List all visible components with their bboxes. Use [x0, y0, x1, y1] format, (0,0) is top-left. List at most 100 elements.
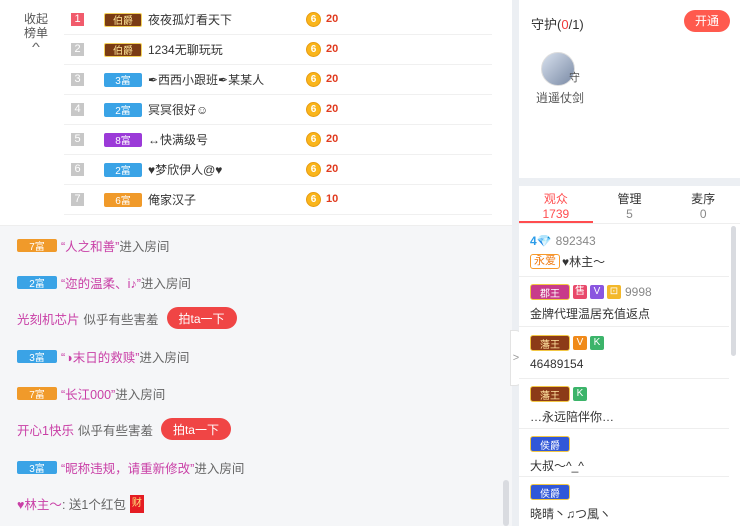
collapse-ranking-button[interactable]: 收起 榜单 ^	[14, 12, 58, 54]
ranking-row[interactable]: 1 伯爵 夜夜孤灯看天下 6 20	[64, 5, 492, 35]
user-name: …永远陪伴你…	[530, 410, 615, 424]
tab-audience[interactable]: 观众 1739	[519, 186, 593, 223]
chat-text: 进入房间	[140, 277, 191, 291]
chat-user-name[interactable]: “昵称违规，请重新修改”	[61, 458, 194, 477]
noble-badge: 伯爵	[104, 12, 142, 27]
coin-icon: 6	[306, 42, 321, 57]
user-id: 892343	[555, 234, 596, 248]
ranking-user-name[interactable]: 冥冥很好☺	[148, 101, 298, 118]
chat-text: 进入房间	[139, 351, 190, 365]
chat-message: 7富 “人之和善” 进入房间	[17, 236, 169, 255]
audience-item[interactable]: 侯爵 晓晴丶♫つ風ヽ	[519, 477, 729, 526]
ranking-score: 20	[326, 163, 339, 175]
chat-scrollbar[interactable]	[503, 480, 509, 526]
audience-item-line: 46489154	[530, 357, 583, 371]
user-name: ♥林主～	[562, 255, 606, 269]
ranking-row[interactable]: 7 6富 俺家汉子 6 10	[64, 185, 492, 215]
crown-badge: 郡王	[530, 284, 570, 300]
chat-user-name[interactable]: “迩的温柔、i♪”	[61, 273, 141, 292]
wealth-badge: 2富	[104, 162, 142, 177]
ranking-score: 20	[326, 73, 339, 85]
guard-member-name[interactable]: 逍遥仗剑	[536, 89, 584, 106]
audience-item[interactable]: 郡王 售 V ⊡ 9998 金牌代理温居充值返点	[519, 277, 729, 327]
ranking-user-name[interactable]: 1234无聊玩玩	[148, 41, 298, 58]
ranking-user-name[interactable]: 俺家汉子	[148, 191, 298, 208]
ranking-score: 20	[326, 103, 339, 115]
audience-item-line: 藩王 V K	[530, 335, 604, 351]
wealth-badge: 2富	[104, 102, 142, 117]
k-icon: K	[590, 336, 604, 350]
ranking-row[interactable]: 6 2富 ♥梦欣伊人@♥ 6 20	[64, 155, 492, 185]
tab-label: 观众	[543, 192, 568, 206]
audience-item[interactable]: 藩王 V K 46489154	[519, 327, 729, 379]
audience-item-line: 侯爵	[530, 484, 570, 500]
coin-icon: 6	[306, 192, 321, 207]
audience-panel: 观众 1739 管理 5 麦序 0 4 💎 892343 永爱 ♥林主～ 郡王 …	[519, 186, 740, 526]
chat-text: 进入房间	[115, 388, 166, 402]
chat-user-name[interactable]: “◑末日的救赎”	[61, 347, 139, 366]
guard-count-total: /1)	[568, 17, 584, 32]
ranking-user-name[interactable]: 夜夜孤灯看天下	[148, 11, 298, 28]
ranking-score: 20	[326, 133, 339, 145]
coin-icon: 6	[306, 12, 321, 27]
avatar[interactable]: 守	[541, 52, 580, 86]
chat-user-name[interactable]: “人之和善”	[61, 236, 119, 255]
pat-button[interactable]: 拍ta一下	[166, 307, 237, 329]
chat-text: 似乎有些害羞	[77, 423, 153, 438]
chat-message: 7富 “长江000” 进入房间	[17, 384, 165, 403]
audience-item[interactable]: 4 💎 892343 永爱 ♥林主～	[519, 224, 729, 277]
audience-item-line: 郡王 售 V ⊡ 9998	[530, 284, 652, 300]
wealth-badge: 3富	[17, 350, 57, 364]
tab-count: 0	[699, 207, 707, 221]
ranking-row[interactable]: 5 8富 ↔快满级号 6 20	[64, 125, 492, 155]
chat-user-name[interactable]: ♥林主～	[17, 494, 62, 513]
chat-message: 光刻机芯片 似乎有些害羞 拍ta一下	[17, 307, 237, 329]
ranking-panel: 收起 榜单 ^ 1 伯爵 夜夜孤灯看天下 6 20 2 伯爵 1234无聊玩玩 …	[0, 0, 512, 226]
user-name: 46489154	[530, 357, 584, 371]
tab-mic-queue[interactable]: 麦序 0	[666, 186, 740, 223]
ranking-user-name[interactable]: ↔快满级号	[148, 131, 298, 148]
chat-user-name[interactable]: 光刻机芯片	[17, 309, 80, 328]
chat-area: 7富 “人之和善” 进入房间 2富 “迩的温柔、i♪” 进入房间 光刻机芯片 似…	[0, 226, 512, 526]
rank-number: 5	[71, 133, 84, 146]
tab-count: 1739	[542, 207, 570, 221]
ranking-user-name[interactable]: ✒西西小跟班✒某某人	[148, 71, 298, 88]
ranking-row[interactable]: 3 3富 ✒西西小跟班✒某某人 6 20	[64, 65, 492, 95]
wealth-badge: 7富	[17, 239, 57, 253]
audience-item-line: 晓晴丶♫つ風ヽ	[530, 505, 611, 522]
chat-user-name[interactable]: “长江000”	[61, 384, 115, 403]
tab-count: 5	[626, 207, 633, 221]
tab-admin[interactable]: 管理 5	[593, 186, 667, 223]
crown-badge: 藩王	[530, 386, 570, 402]
wealth-badge: 3富	[104, 72, 142, 87]
red-envelope-icon[interactable]: 财	[129, 494, 144, 513]
chat-user-name[interactable]: 开心1快乐	[17, 420, 74, 439]
audience-item[interactable]: 藩王 K …永远陪伴你…	[519, 379, 729, 429]
ranking-list: 1 伯爵 夜夜孤灯看天下 6 20 2 伯爵 1234无聊玩玩 6 20 3 3…	[64, 5, 492, 215]
chat-message: 3富 “◑末日的救赎” 进入房间	[17, 347, 189, 366]
audience-scrollbar[interactable]	[731, 226, 736, 356]
crown-badge: 侯爵	[530, 436, 570, 452]
user-id: 9998	[625, 285, 652, 299]
tab-label: 麦序	[691, 192, 716, 206]
crown-badge: 侯爵	[530, 484, 570, 500]
vip-icon: V	[590, 285, 604, 299]
ranking-score: 20	[326, 43, 339, 55]
ranking-score: 10	[326, 193, 339, 205]
sale-icon: 售	[573, 285, 587, 299]
ranking-row[interactable]: 2 伯爵 1234无聊玩玩 6 20	[64, 35, 492, 65]
audience-tabs: 观众 1739 管理 5 麦序 0	[519, 186, 740, 224]
chevron-up-icon: ^	[32, 40, 40, 54]
audience-item-line: 藩王 K	[530, 386, 587, 402]
audience-item-line: 侯爵	[530, 436, 570, 452]
guard-title-text: 守护	[531, 17, 558, 32]
rank-number: 4	[71, 103, 84, 116]
guard-title: 守护(0/1)	[531, 14, 584, 33]
open-guard-button[interactable]: 开通	[684, 10, 730, 32]
ranking-user-name[interactable]: ♥梦欣伊人@♥	[148, 161, 298, 178]
pat-button[interactable]: 拍ta一下	[160, 418, 231, 440]
audience-item[interactable]: 侯爵 大叔～^_^	[519, 429, 729, 477]
audience-item-line: 4 💎 892343	[530, 234, 596, 248]
chat-message: 2富 “迩的温柔、i♪” 进入房间	[17, 273, 191, 292]
ranking-row[interactable]: 4 2富 冥冥很好☺ 6 20	[64, 95, 492, 125]
